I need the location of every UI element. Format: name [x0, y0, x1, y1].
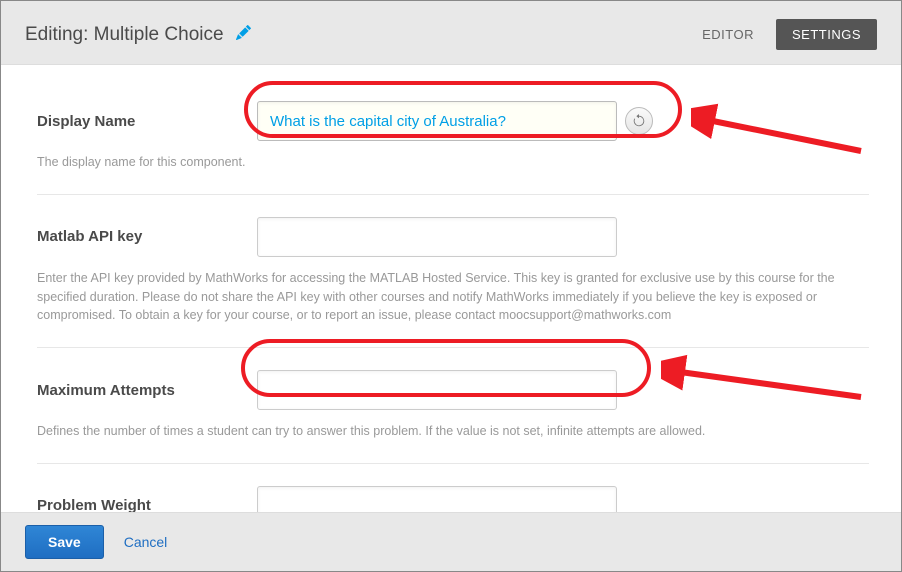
max-attempts-help: Defines the number of times a student ca…: [37, 422, 869, 441]
problem-weight-input[interactable]: [257, 486, 617, 513]
matlab-key-input[interactable]: [257, 217, 617, 257]
tab-settings[interactable]: SETTINGS: [776, 19, 877, 50]
display-name-input[interactable]: [257, 101, 617, 141]
max-attempts-label: Maximum Attempts: [37, 382, 237, 399]
display-name-help: The display name for this component.: [37, 153, 869, 172]
header-bar: Editing: Multiple Choice EDITOR SETTINGS: [1, 1, 901, 65]
save-button[interactable]: Save: [25, 525, 104, 559]
footer-bar: Save Cancel: [1, 512, 901, 571]
display-name-label: Display Name: [37, 113, 237, 130]
max-attempts-input[interactable]: [257, 370, 617, 410]
page-title: Editing: Multiple Choice: [25, 24, 224, 46]
matlab-key-label: Matlab API key: [37, 228, 237, 245]
field-matlab-key: Matlab API key Enter the API key provide…: [37, 195, 869, 348]
problem-weight-label: Problem Weight: [37, 497, 237, 513]
settings-panel[interactable]: Display Name The display name for this c…: [9, 59, 897, 513]
cancel-button[interactable]: Cancel: [124, 534, 168, 550]
tab-editor[interactable]: EDITOR: [686, 19, 770, 50]
field-max-attempts: Maximum Attempts Defines the number of t…: [37, 348, 869, 464]
field-display-name: Display Name The display name for this c…: [37, 79, 869, 195]
undo-icon[interactable]: [625, 107, 653, 135]
field-problem-weight: Problem Weight: [37, 464, 869, 513]
pencil-icon[interactable]: [236, 25, 251, 44]
matlab-key-help: Enter the API key provided by MathWorks …: [37, 269, 869, 325]
tab-bar: EDITOR SETTINGS: [686, 19, 877, 50]
